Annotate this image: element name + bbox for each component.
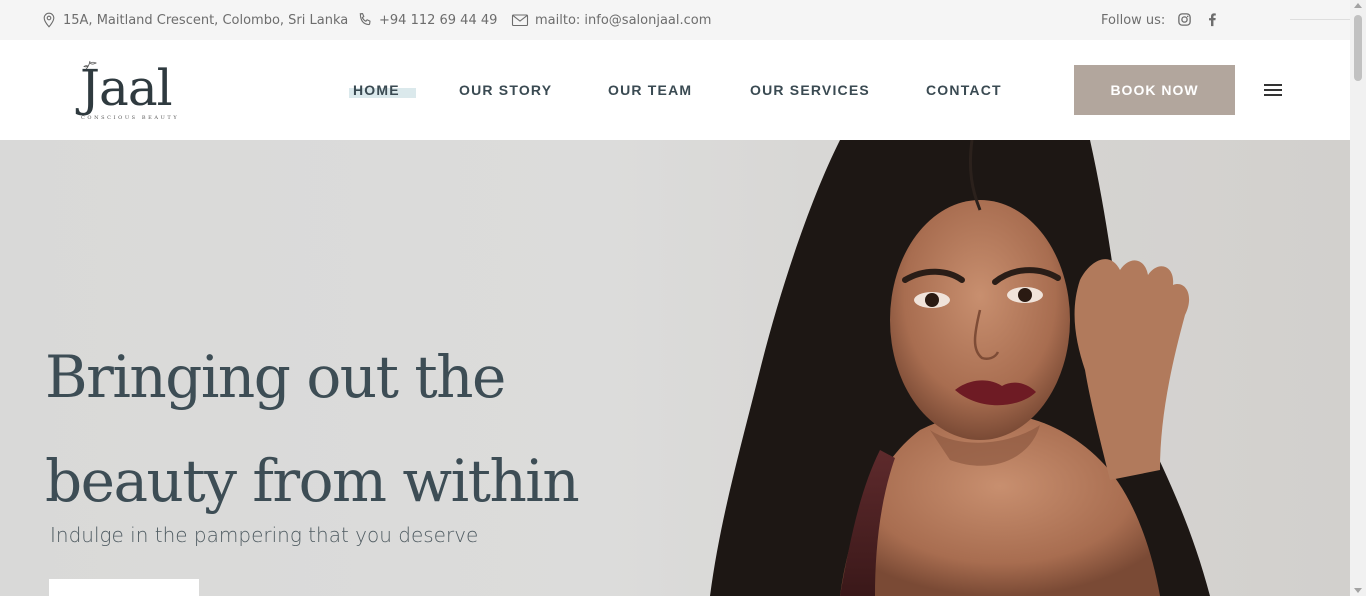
topbar-divider bbox=[1290, 19, 1350, 20]
email-text: mailto: info@salonjaal.com bbox=[535, 12, 712, 28]
phone-info[interactable]: +94 112 69 44 49 bbox=[357, 0, 497, 40]
scroll-thumb[interactable] bbox=[1354, 15, 1362, 81]
scroll-up-arrow-icon[interactable] bbox=[1354, 3, 1362, 8]
hero-headline: Bringing out the beauty from within bbox=[45, 325, 645, 533]
nav-contact-label: CONTACT bbox=[926, 82, 1002, 98]
hero-model-photo bbox=[710, 140, 1210, 596]
social-follow: Follow us: bbox=[1101, 0, 1221, 40]
nav-our-story[interactable]: OUR STORY bbox=[459, 40, 552, 140]
nav-home[interactable]: HOME bbox=[349, 40, 416, 140]
site-logo[interactable]: Jaal CONSCIOUS BEAUTY bbox=[80, 57, 190, 125]
nav-our-services-label: OUR SERVICES bbox=[750, 82, 870, 98]
mail-icon bbox=[511, 14, 529, 27]
hero-cta-button[interactable] bbox=[49, 579, 199, 596]
hero-section: Bringing out the beauty from within Indu… bbox=[0, 140, 1350, 596]
hero-headline-line1: Bringing out the bbox=[45, 343, 506, 411]
nav-our-team[interactable]: OUR TEAM bbox=[608, 40, 692, 140]
hero-headline-line2: beauty from within bbox=[45, 447, 580, 515]
facebook-icon[interactable] bbox=[1205, 12, 1221, 28]
phone-text: +94 112 69 44 49 bbox=[379, 12, 498, 28]
logo-tagline: CONSCIOUS BEAUTY bbox=[81, 115, 180, 121]
hero-subtitle: Indulge in the pampering that you deserv… bbox=[50, 523, 479, 547]
top-info-bar: 15A, Maitland Crescent, Colombo, Sri Lan… bbox=[0, 0, 1350, 40]
nav-our-team-label: OUR TEAM bbox=[608, 82, 693, 98]
address-text: 15A, Maitland Crescent, Colombo, Sri Lan… bbox=[63, 12, 349, 28]
follow-label: Follow us: bbox=[1101, 12, 1166, 28]
scroll-down-arrow-icon[interactable] bbox=[1354, 588, 1362, 593]
nav-home-label: HOME bbox=[353, 82, 400, 98]
logo-wordmark: Jaal bbox=[80, 59, 173, 117]
map-pin-icon bbox=[43, 12, 55, 28]
address-info[interactable]: 15A, Maitland Crescent, Colombo, Sri Lan… bbox=[41, 0, 348, 40]
instagram-icon[interactable] bbox=[1177, 12, 1193, 28]
book-now-button[interactable]: BOOK NOW bbox=[1074, 65, 1235, 115]
email-info[interactable]: mailto: info@salonjaal.com bbox=[511, 0, 711, 40]
page-scrollbar[interactable] bbox=[1350, 0, 1366, 596]
nav-our-story-label: OUR STORY bbox=[459, 82, 553, 98]
site-header: Jaal CONSCIOUS BEAUTY HOME OUR STORY OUR… bbox=[0, 40, 1350, 140]
nav-contact[interactable]: CONTACT bbox=[926, 40, 1002, 140]
phone-icon bbox=[359, 12, 371, 26]
hamburger-menu-icon[interactable] bbox=[1264, 84, 1282, 97]
nav-our-services[interactable]: OUR SERVICES bbox=[750, 40, 870, 140]
